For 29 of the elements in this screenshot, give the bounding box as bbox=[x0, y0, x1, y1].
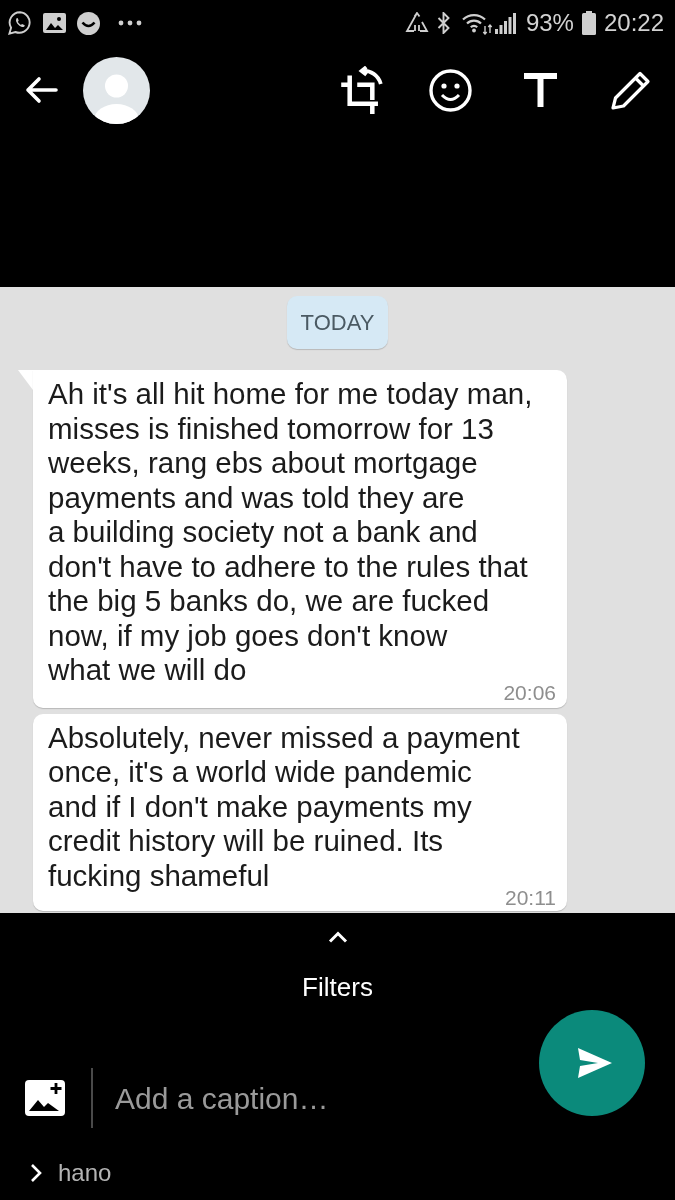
pencil-icon[interactable] bbox=[610, 69, 652, 111]
back-arrow-icon[interactable] bbox=[24, 75, 58, 105]
crop-rotate-icon[interactable] bbox=[338, 65, 384, 115]
text-tool-icon[interactable] bbox=[524, 73, 557, 107]
avatar-icon bbox=[83, 56, 150, 124]
message-text: Absolutely, never missed a payment once, it's a world wide pandemic and if I don't make payments my credit history will be ruined. Its fucking shameful bbox=[48, 720, 520, 892]
filters-button[interactable]: Filters bbox=[302, 930, 373, 1002]
send-icon bbox=[577, 1047, 613, 1079]
chevron-up-icon bbox=[327, 930, 348, 943]
signal-icon bbox=[494, 12, 516, 34]
date-chip: TODAY bbox=[286, 296, 389, 349]
bluetooth-icon bbox=[436, 12, 451, 34]
smile-circle-icon bbox=[77, 11, 100, 35]
gallery-icon bbox=[43, 13, 66, 33]
more-dots-icon bbox=[118, 20, 142, 26]
message-text: Ah it's all hit home for me today man, misses is finished tomorrow for 13 weeks, rang ebs about mortgage payments and was told they are a building society not a bank and don't have to adhere to the rules that the big 5 banks do, we are fucked now, if my job goes don't know what we will do bbox=[48, 377, 533, 686]
message-time: 20:06 bbox=[503, 683, 556, 702]
wifi-icon bbox=[460, 11, 493, 35]
chevron-right-icon bbox=[30, 1163, 42, 1183]
triangle-arrows-icon bbox=[404, 12, 429, 34]
add-image-icon[interactable] bbox=[25, 1080, 65, 1116]
status-time: 20:22 bbox=[603, 9, 664, 37]
emoji-icon[interactable] bbox=[429, 68, 472, 112]
message-time: 20:11 bbox=[505, 889, 556, 907]
whatsapp-icon bbox=[8, 11, 32, 35]
recipient-name: hano bbox=[58, 1159, 112, 1187]
battery-icon bbox=[581, 11, 596, 35]
caption-field[interactable]: Add a caption… bbox=[115, 1076, 415, 1120]
battery-percent: 93% bbox=[525, 9, 574, 37]
